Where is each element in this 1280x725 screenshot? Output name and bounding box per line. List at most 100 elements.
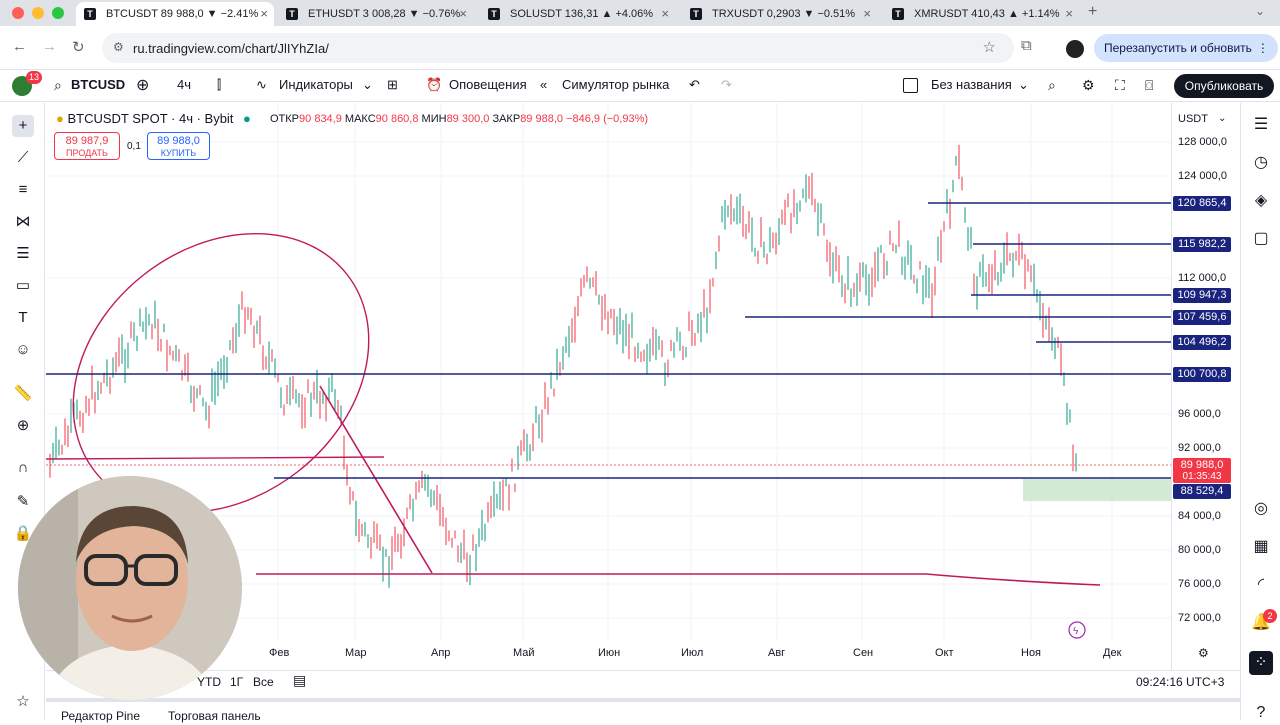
fullscreen-icon[interactable]: ⛶: [1115, 77, 1125, 94]
level-price-label: 88 529,4: [1173, 484, 1231, 499]
target-icon[interactable]: ◎: [1249, 497, 1273, 521]
alarm-clock-icon[interactable]: ⏰: [426, 77, 442, 93]
indicators-button[interactable]: Индикаторы: [279, 77, 353, 92]
layers-icon[interactable]: ◈: [1249, 189, 1273, 213]
horizontal-red-line[interactable]: [46, 456, 385, 460]
candle-type-icon[interactable]: ⫿: [217, 77, 221, 93]
chevron-down-icon[interactable]: ⌄: [1218, 113, 1226, 124]
layout-name-button[interactable]: Без названия: [931, 77, 1012, 92]
parallel-lines-icon[interactable]: ≡: [12, 179, 34, 201]
price-tick-label: 128 000,0: [1178, 136, 1227, 148]
profile-avatar[interactable]: [1066, 40, 1084, 58]
interval-button[interactable]: 4ч: [177, 77, 191, 92]
buy-button[interactable]: 89 988,0 КУПИТЬ: [147, 132, 210, 160]
chart-legend[interactable]: ● BTCUSDT SPOT · 4ч · Bybit ●: [56, 111, 251, 126]
compare-plus-icon[interactable]: ⊕: [136, 75, 149, 95]
close-window-icon[interactable]: [12, 7, 24, 19]
back-arrow-icon[interactable]: ←: [12, 38, 27, 55]
crosshair-icon[interactable]: +: [12, 115, 34, 137]
search-icon[interactable]: ⌕: [54, 77, 62, 94]
site-info-icon[interactable]: ⚙: [113, 40, 124, 54]
templates-grid-icon[interactable]: ⊞: [387, 77, 398, 93]
alerts-clock-icon[interactable]: ◷: [1249, 151, 1273, 175]
tradingview-favicon-icon: T: [488, 8, 500, 20]
range-1y-button[interactable]: 1Г: [230, 675, 243, 689]
time-tick-label: Май: [513, 647, 535, 659]
minimize-window-icon[interactable]: [32, 7, 44, 19]
redo-icon[interactable]: ↷: [721, 77, 732, 93]
time-tick-label: Окт: [935, 647, 954, 659]
level-price-label: 109 947,3: [1173, 288, 1231, 303]
text-tool-icon[interactable]: T: [12, 307, 34, 329]
time-tick-label: Сен: [853, 647, 874, 659]
publish-button[interactable]: Опубликовать: [1174, 74, 1274, 98]
axis-settings-gear-icon[interactable]: ⚙: [1198, 646, 1209, 660]
level-price-label: 107 459,6: [1173, 310, 1231, 325]
browser-tab-trxusdt[interactable]: T TRXUSDT 0,2903 ▼ −0.51% ×: [682, 2, 877, 26]
price-tick-label: 124 000,0: [1178, 170, 1227, 182]
open-value: 90 834,9: [299, 113, 342, 125]
browser-tab-xmrusdt[interactable]: T XMRUSDT 410,43 ▲ +1.14% ×: [884, 2, 1079, 26]
replay-rewind-icon[interactable]: «: [540, 77, 547, 92]
trend-line-icon[interactable]: ⟋: [12, 147, 34, 169]
browser-tab-solusdt[interactable]: T SOLUSDT 136,31 ▲ +4.06% ×: [480, 2, 675, 26]
close-tab-icon[interactable]: ×: [1065, 2, 1073, 26]
level-price-label: 115 982,2: [1173, 237, 1231, 252]
range-ytd-button[interactable]: YTD: [197, 675, 221, 689]
pattern-icon[interactable]: ⋈: [12, 211, 34, 233]
alerts-button[interactable]: Оповещения: [449, 77, 527, 92]
calendar-icon[interactable]: ▦: [1249, 535, 1273, 559]
bookmark-star-icon[interactable]: ☆: [983, 38, 996, 56]
range-all-button[interactable]: Все: [253, 675, 274, 689]
browser-tab-ethusdt[interactable]: T ETHUSDT 3 008,28 ▼ −0.76% ×: [278, 2, 473, 26]
time-tick-label: Дек: [1103, 647, 1122, 659]
replay-button[interactable]: Симулятор рынка: [562, 77, 669, 92]
fib-retracement-icon[interactable]: ☰: [12, 243, 34, 265]
tab-pine-editor[interactable]: Редактор Pine: [61, 709, 140, 723]
forward-arrow-icon[interactable]: →: [42, 38, 57, 55]
undo-icon[interactable]: ↶: [689, 77, 700, 93]
ruler-icon[interactable]: 📏: [12, 383, 34, 405]
chevron-down-icon[interactable]: ⌄: [362, 77, 373, 93]
currency-selector[interactable]: USDT: [1178, 113, 1208, 125]
new-tab-icon[interactable]: +: [1088, 3, 1097, 21]
extensions-puzzle-icon[interactable]: ⧉: [1021, 37, 1032, 54]
coin-icon: ●: [56, 111, 64, 126]
settings-gear-icon[interactable]: ⚙: [1082, 77, 1095, 94]
goto-date-calendar-icon[interactable]: ▤: [293, 672, 306, 689]
close-tab-icon[interactable]: ×: [260, 2, 268, 26]
chevron-down-icon[interactable]: ⌄: [1018, 77, 1029, 93]
camera-snapshot-icon[interactable]: ⌼: [1145, 77, 1153, 94]
emoji-icon[interactable]: ☺: [12, 339, 34, 361]
maximize-window-icon[interactable]: [52, 7, 64, 19]
high-value: 90 860,8: [375, 113, 419, 125]
restart-update-button[interactable]: Перезапустить и обновить ⋮: [1094, 34, 1278, 62]
timezone-clock[interactable]: 09:24:16 UTC+3: [1136, 675, 1224, 689]
apps-grid-icon[interactable]: ⁘: [1249, 651, 1273, 675]
help-icon[interactable]: ?: [1249, 701, 1273, 725]
chat-icon[interactable]: ▢: [1249, 227, 1273, 251]
drawing-mode-pencil-icon[interactable]: ✎: [12, 491, 34, 513]
magnet-icon[interactable]: ∩: [12, 457, 34, 479]
quick-search-icon[interactable]: ⌕: [1048, 77, 1056, 94]
close-tab-icon[interactable]: ×: [863, 2, 871, 26]
support-zone-rectangle[interactable]: [1023, 479, 1171, 501]
sell-button[interactable]: 89 987,9 ПРОДАТЬ: [54, 132, 120, 160]
close-tab-icon[interactable]: ×: [661, 2, 669, 26]
url-input[interactable]: ⚙ ru.tradingview.com/chart/JlIYhZIa/ ☆: [102, 33, 1014, 63]
tab-trading-panel[interactable]: Торговая панель: [168, 709, 261, 723]
close-tab-icon[interactable]: ×: [459, 2, 467, 26]
broadcast-icon[interactable]: ◜: [1249, 573, 1273, 597]
indicators-icon[interactable]: ∿: [256, 77, 267, 93]
browser-tab-btcusdt[interactable]: T BTCUSDT 89 988,0 ▼ −2.41% ×: [76, 2, 274, 26]
favorite-star-icon[interactable]: ☆: [12, 691, 34, 713]
time-tick-label: Июн: [598, 647, 621, 659]
chevron-down-icon[interactable]: ⌄: [1255, 4, 1265, 18]
layout-checkbox-icon[interactable]: [903, 78, 918, 93]
reload-icon[interactable]: ↻: [72, 38, 85, 56]
date-range-bar: [46, 670, 1240, 694]
symbol-search-button[interactable]: BTCUSD: [71, 77, 125, 92]
zoom-in-icon[interactable]: ⊕: [12, 415, 34, 437]
watchlist-icon[interactable]: ☰: [1249, 113, 1273, 137]
rectangle-icon[interactable]: ▭: [12, 275, 34, 297]
